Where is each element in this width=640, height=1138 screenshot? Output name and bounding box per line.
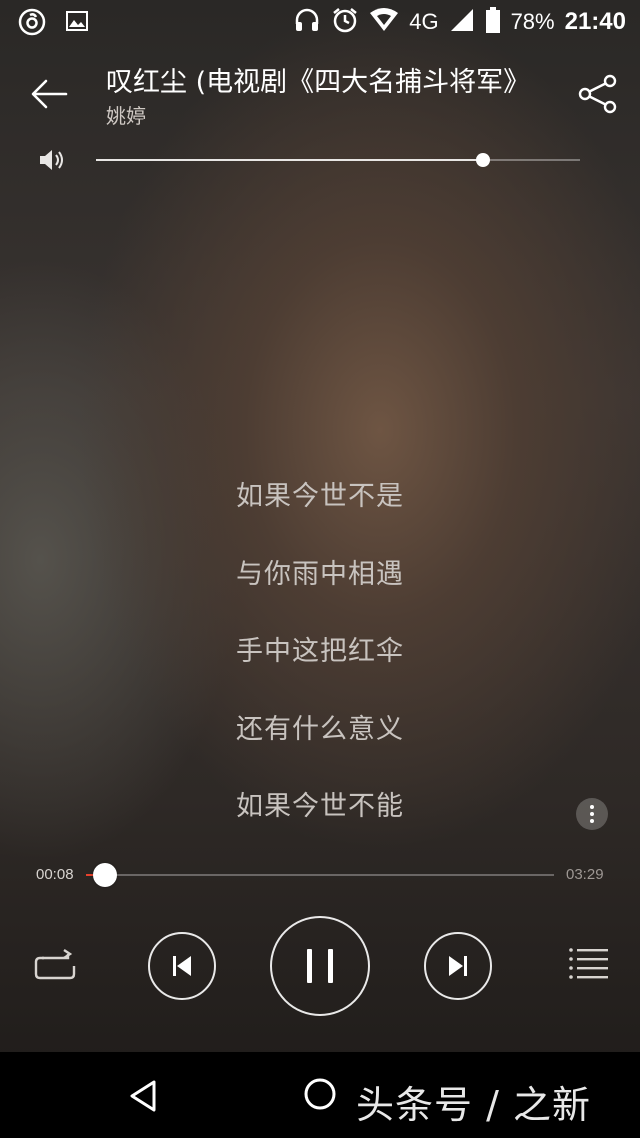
skip-previous-icon: [173, 956, 191, 976]
clock: 21:40: [564, 8, 626, 35]
watermark: 头条号 / 之新: [356, 1083, 591, 1127]
back-arrow-icon: [31, 79, 68, 109]
image-icon: [64, 8, 90, 40]
volume-thumb[interactable]: [476, 153, 491, 167]
volume-control: [0, 140, 640, 180]
triangle-back-icon: [130, 1080, 156, 1112]
elapsed-time: 00:08: [36, 866, 74, 883]
pause-button[interactable]: [270, 916, 370, 1016]
battery-percent: 78%: [510, 9, 555, 34]
wifi-icon: [369, 7, 399, 37]
headphones-icon: [293, 6, 321, 38]
repeat-button[interactable]: [32, 944, 78, 984]
volume-fill: [96, 159, 484, 161]
player-header: 叹红尘 (电视剧《四大名捕斗将军》 姚婷: [0, 50, 640, 140]
network-type: 4G: [409, 9, 439, 34]
lyric-line: 手中这把红伞: [236, 636, 404, 667]
seek-bar[interactable]: [86, 863, 554, 887]
nav-home-button[interactable]: [302, 1076, 338, 1112]
lyric-line: 如果今世不是: [236, 481, 404, 512]
share-icon: [578, 74, 617, 114]
playlist-icon: [569, 948, 608, 979]
speaker-icon[interactable]: [38, 148, 66, 172]
playback-controls: [0, 914, 640, 1018]
pause-icon: [307, 949, 333, 983]
system-navigation-bar: 头条号 / 之新: [0, 1052, 640, 1138]
netease-music-icon: [18, 8, 46, 40]
volume-slider[interactable]: [96, 153, 580, 167]
previous-button[interactable]: [148, 932, 216, 1000]
status-bar: 4G 78% 21:40: [0, 0, 640, 44]
share-button[interactable]: [576, 72, 620, 116]
lyric-line: 还有什么意义: [236, 713, 404, 745]
seek-thumb[interactable]: [92, 863, 117, 887]
repeat-icon: [34, 949, 76, 980]
alarm-icon: [331, 6, 359, 38]
battery-icon: [485, 6, 501, 38]
playlist-button[interactable]: [566, 944, 610, 984]
next-button[interactable]: [424, 932, 492, 1000]
more-options-button[interactable]: [576, 798, 608, 830]
back-button[interactable]: [26, 70, 74, 118]
skip-next-icon: [449, 956, 467, 976]
nav-back-button[interactable]: [124, 1076, 164, 1116]
song-title: 叹红尘 (电视剧《四大名捕斗将军》: [106, 67, 531, 98]
playback-progress: 00:08 03:29: [0, 858, 640, 892]
lyric-line: 与你雨中相遇: [236, 558, 404, 590]
circle-home-icon: [304, 1078, 336, 1110]
artist-name[interactable]: 姚婷: [106, 100, 146, 129]
total-time: 03:29: [566, 866, 604, 883]
signal-icon: [449, 7, 475, 37]
lyrics-panel[interactable]: 如果今世不是 与你雨中相遇 手中这把红伞 还有什么意义 如果今世不能: [0, 474, 640, 862]
lyric-line: 如果今世不能: [236, 791, 404, 822]
